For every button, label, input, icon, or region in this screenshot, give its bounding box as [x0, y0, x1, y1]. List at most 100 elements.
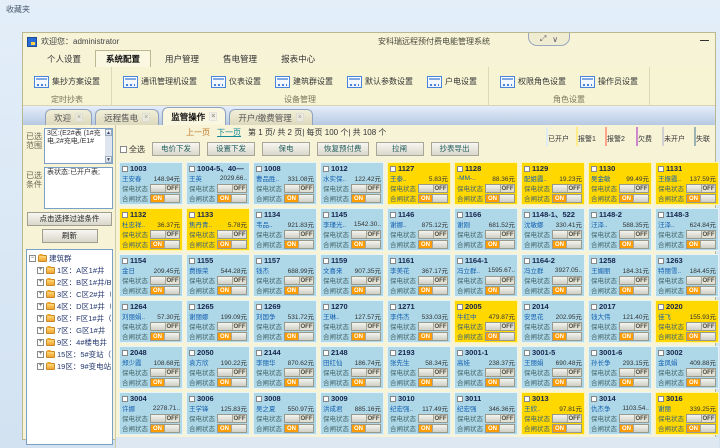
- switch-state-toggle[interactable]: ON: [485, 240, 515, 249]
- listbox-scrollbar[interactable]: ▲ ▼: [105, 129, 112, 163]
- toolbar-button-1[interactable]: 设置下发: [207, 142, 255, 156]
- meter-card[interactable]: 2193 张先生 58.34元 保电状态 OFF 合闸状态 ON: [387, 346, 451, 389]
- switch-state-toggle[interactable]: ON: [351, 194, 381, 203]
- toolbar-button-4[interactable]: 拉闸: [376, 142, 424, 156]
- switch-state-toggle[interactable]: ON: [485, 286, 515, 295]
- meter-card[interactable]: 2144 李丽华 870.62元 保电状态 OFF 合闸状态 ON: [253, 346, 317, 389]
- power-keep-toggle[interactable]: OFF: [217, 368, 247, 377]
- switch-state-toggle[interactable]: ON: [284, 424, 314, 433]
- switch-state-toggle[interactable]: ON: [619, 332, 649, 341]
- card-checkbox[interactable]: [591, 212, 597, 218]
- card-checkbox[interactable]: [122, 350, 128, 356]
- selected-filter-listbox[interactable]: 表状态:已开户表;: [44, 167, 113, 209]
- meter-card[interactable]: 1263 特丽雪.. 184.45元 保电状态 OFF 合闸状态 ON: [655, 254, 719, 297]
- card-checkbox[interactable]: [390, 396, 396, 402]
- meter-card[interactable]: 1264 刘丽娟.. 57.30元 保电状态 OFF 合闸状态 ON: [119, 300, 183, 343]
- switch-state-toggle[interactable]: ON: [217, 240, 247, 249]
- switch-state-toggle[interactable]: ON: [686, 194, 716, 203]
- meter-card[interactable]: 1012 水实保.. 122.42元 保电状态 OFF 合闸状态 ON: [320, 162, 384, 205]
- power-keep-toggle[interactable]: OFF: [351, 230, 381, 239]
- power-keep-toggle[interactable]: OFF: [552, 276, 582, 285]
- power-keep-toggle[interactable]: OFF: [485, 414, 515, 423]
- meter-card[interactable]: 1008 曹品胜.. 331.08元 保电状态 OFF 合闸状态 ON: [253, 162, 317, 205]
- card-checkbox[interactable]: [122, 304, 128, 310]
- switch-state-toggle[interactable]: ON: [485, 378, 515, 387]
- power-keep-toggle[interactable]: OFF: [418, 276, 448, 285]
- meter-card[interactable]: 1154 金日 209.45元 保电状态 OFF 合闸状态 ON: [119, 254, 183, 297]
- meter-card[interactable]: 2017 钱大伟 121.40元 保电状态 OFF 合闸状态 ON: [588, 300, 652, 343]
- meter-card[interactable]: 3008 吴之夏 550.97元 保电状态 OFF 合闸状态 ON: [253, 392, 317, 435]
- close-icon[interactable]: ×: [209, 112, 217, 121]
- switch-state-toggle[interactable]: ON: [418, 286, 448, 295]
- switch-state-toggle[interactable]: ON: [552, 424, 582, 433]
- card-checkbox[interactable]: [591, 304, 597, 310]
- switch-state-toggle[interactable]: ON: [418, 378, 448, 387]
- toolbar-button-5[interactable]: 抄表导出: [431, 142, 479, 156]
- power-keep-toggle[interactable]: OFF: [418, 230, 448, 239]
- meter-card[interactable]: 2048 郑少霞 108.68元 保电状态 OFF 合闸状态 ON: [119, 346, 183, 389]
- tree-node-6[interactable]: + 9区：4#楼电井（4#楼: [29, 336, 111, 348]
- toolbar-button-3[interactable]: 恢复预付费: [317, 142, 369, 156]
- power-keep-toggle[interactable]: OFF: [351, 414, 381, 423]
- switch-state-toggle[interactable]: ON: [418, 332, 448, 341]
- switch-state-toggle[interactable]: ON: [619, 378, 649, 387]
- card-checkbox[interactable]: [256, 166, 262, 172]
- power-keep-toggle[interactable]: OFF: [686, 276, 716, 285]
- card-checkbox[interactable]: [390, 166, 396, 172]
- favorites-label[interactable]: 收藏夹: [6, 4, 30, 15]
- meter-card[interactable]: 1127 王泰.. 5.83元 保电状态 OFF 合闸状态 ON: [387, 162, 451, 205]
- switch-state-toggle[interactable]: ON: [485, 424, 515, 433]
- expand-icon[interactable]: +: [37, 303, 44, 310]
- switch-state-toggle[interactable]: ON: [619, 240, 649, 249]
- meter-card[interactable]: 1148-2 汪泽.. 588.35元 保电状态 OFF 合闸状态 ON: [588, 208, 652, 251]
- power-keep-toggle[interactable]: OFF: [284, 230, 314, 239]
- card-checkbox[interactable]: [658, 396, 664, 402]
- meter-card[interactable]: 1157 钱杰 688.99元 保电状态 OFF 合闸状态 ON: [253, 254, 317, 297]
- expand-icon[interactable]: +: [37, 351, 44, 358]
- power-keep-toggle[interactable]: OFF: [552, 230, 582, 239]
- meter-card[interactable]: 1258 王媚丽 184.31元 保电状态 OFF 合闸状态 ON: [588, 254, 652, 297]
- switch-state-toggle[interactable]: ON: [150, 378, 180, 387]
- card-checkbox[interactable]: [323, 258, 329, 264]
- meter-card[interactable]: 3014 仇杰争 1103.54.. 保电状态 OFF 合闸状态 ON: [588, 392, 652, 435]
- meter-card[interactable]: 3016 谢丽 339.25元 保电状态 OFF 合闸状态 ON: [655, 392, 719, 435]
- card-checkbox[interactable]: [323, 350, 329, 356]
- card-checkbox[interactable]: [457, 350, 463, 356]
- ribbon-button[interactable]: 仪表设置: [204, 74, 268, 90]
- meter-card[interactable]: 1155 费振荣 544.28元 保电状态 OFF 合闸状态 ON: [186, 254, 250, 297]
- select-all-checkbox[interactable]: [120, 146, 127, 153]
- menu-item-0[interactable]: 个人设置: [37, 51, 91, 67]
- switch-state-toggle[interactable]: ON: [150, 194, 180, 203]
- card-checkbox[interactable]: [189, 304, 195, 310]
- card-checkbox[interactable]: [457, 304, 463, 310]
- meter-card[interactable]: 1132 杜忠祥.. 36.37元 保电状态 OFF 合闸状态 ON: [119, 208, 183, 251]
- power-keep-toggle[interactable]: OFF: [619, 414, 649, 423]
- card-checkbox[interactable]: [524, 212, 530, 218]
- switch-state-toggle[interactable]: ON: [150, 240, 180, 249]
- switch-state-toggle[interactable]: ON: [418, 194, 448, 203]
- power-keep-toggle[interactable]: OFF: [485, 322, 515, 331]
- card-checkbox[interactable]: [189, 396, 195, 402]
- close-icon[interactable]: ×: [296, 113, 304, 122]
- meter-card[interactable]: 1159 文喜来 907.35元 保电状态 OFF 合闸状态 ON: [320, 254, 384, 297]
- next-page-link[interactable]: 下一页: [217, 127, 241, 138]
- switch-state-toggle[interactable]: ON: [217, 286, 247, 295]
- ribbon-button[interactable]: 通讯管理机设置: [116, 74, 204, 90]
- card-checkbox[interactable]: [524, 258, 530, 264]
- switch-state-toggle[interactable]: ON: [418, 240, 448, 249]
- tree-root[interactable]: − 建筑群: [29, 252, 111, 264]
- card-checkbox[interactable]: [658, 212, 664, 218]
- switch-state-toggle[interactable]: ON: [351, 378, 381, 387]
- power-keep-toggle[interactable]: OFF: [217, 184, 247, 193]
- ribbon-button[interactable]: 权限角色设置: [493, 74, 573, 90]
- switch-state-toggle[interactable]: ON: [619, 424, 649, 433]
- power-keep-toggle[interactable]: OFF: [686, 230, 716, 239]
- card-checkbox[interactable]: [189, 350, 195, 356]
- minimize-button[interactable]: —: [700, 35, 709, 45]
- tree-node-1[interactable]: + 2区：B区1#井/B区1#变: [29, 276, 111, 288]
- card-checkbox[interactable]: [122, 396, 128, 402]
- switch-state-toggle[interactable]: ON: [686, 286, 716, 295]
- power-keep-toggle[interactable]: OFF: [418, 368, 448, 377]
- doc-tab-3[interactable]: 开户/缴费管理 ×: [229, 109, 312, 125]
- power-keep-toggle[interactable]: OFF: [284, 368, 314, 377]
